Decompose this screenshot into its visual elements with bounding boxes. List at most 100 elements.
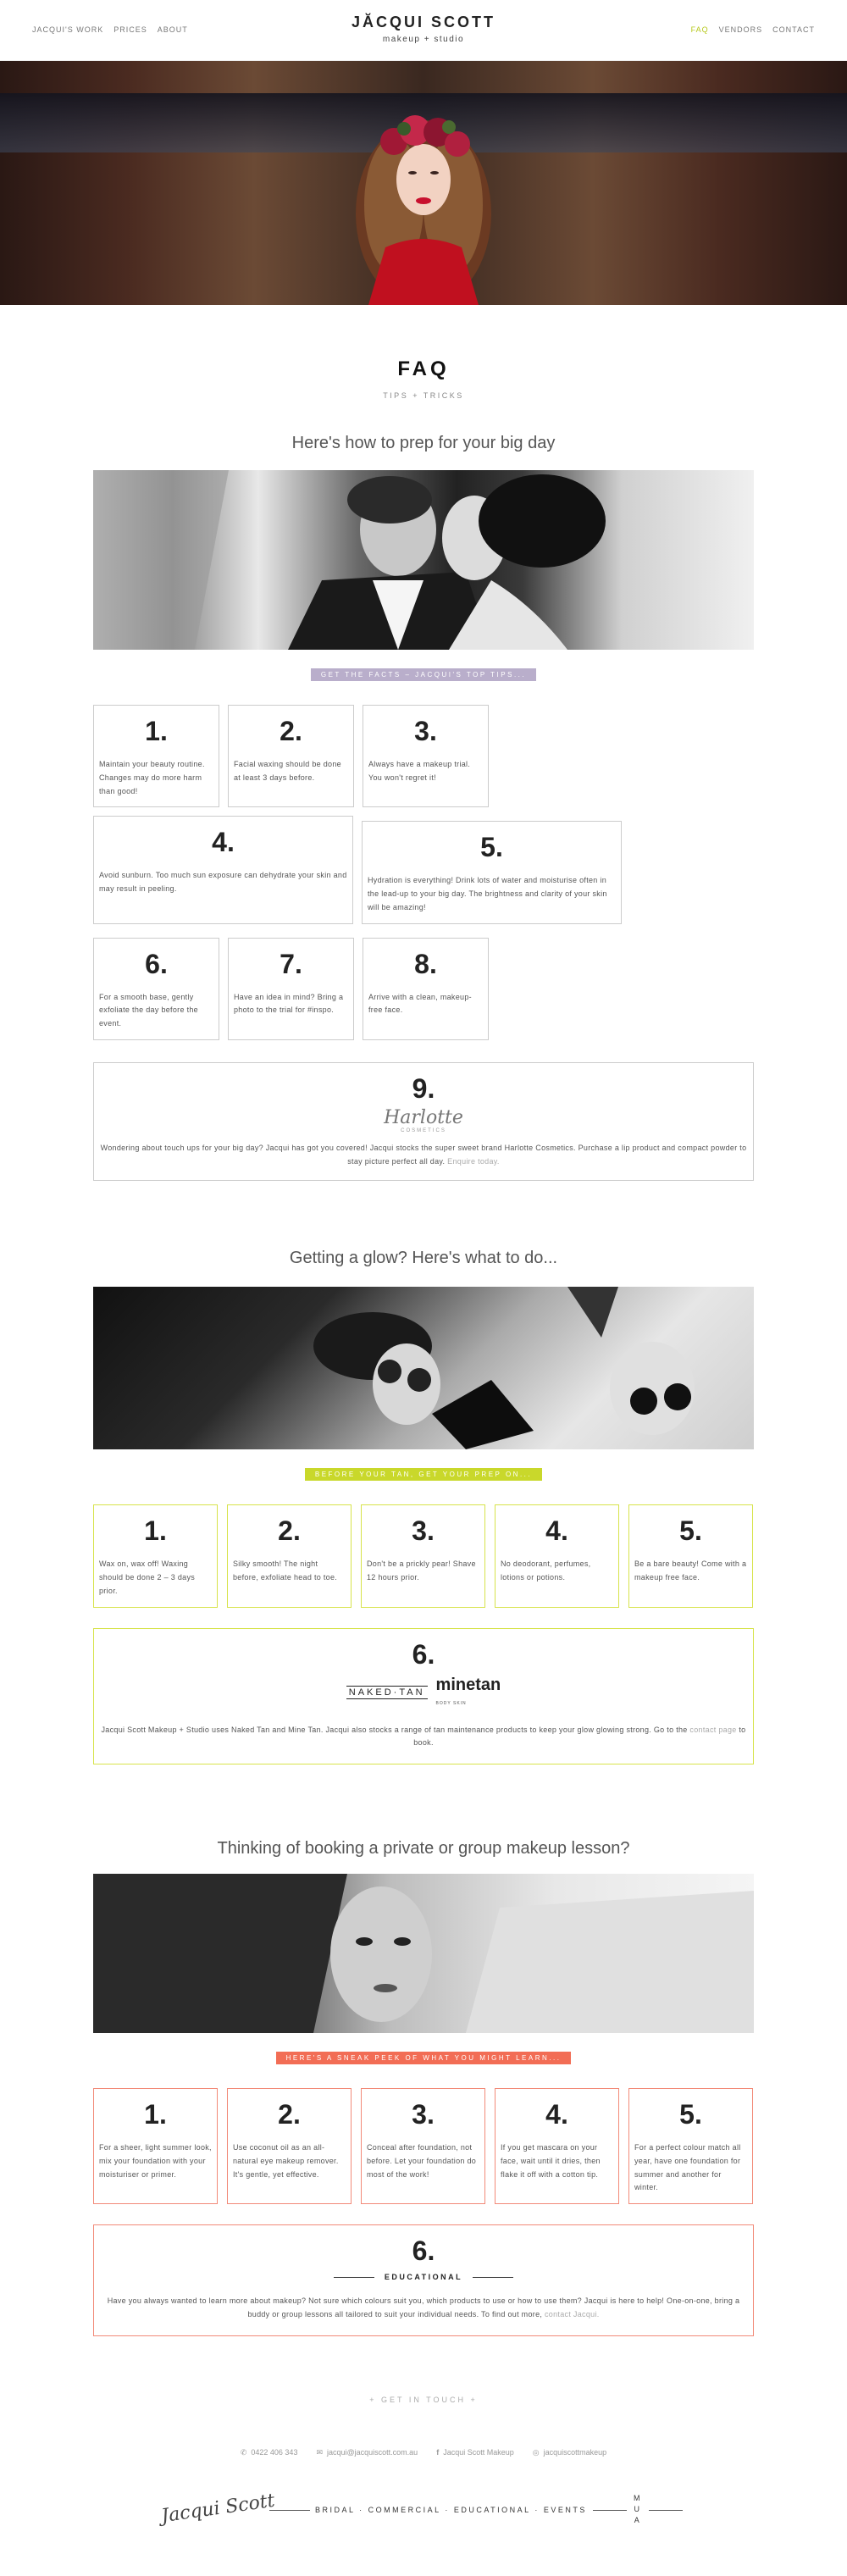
tip-text: No deodorant, perfumes, lotions or potio…	[501, 1559, 591, 1582]
hero-model-illustration	[356, 115, 491, 305]
section-heading: Here's how to prep for your big day	[291, 434, 556, 452]
tip-number: 2.	[278, 1515, 301, 1547]
faq-title-block: FAQ TIPS + TRICKS	[0, 357, 847, 400]
tip-text: For a sheer, light summer look, mix your…	[99, 2143, 212, 2179]
nav-faq[interactable]: FAQ	[691, 25, 709, 34]
tip-number: 6.	[145, 948, 168, 979]
mail-icon: ✉	[316, 2447, 323, 2457]
tip-card: 5. For a perfect colour match all year, …	[628, 2088, 753, 2204]
contact-jacqui-link[interactable]: contact Jacqui.	[545, 2310, 600, 2318]
educational-label-row: EDUCATIONAL	[99, 2273, 748, 2281]
tip-number: 3.	[414, 716, 437, 746]
tip-number: 2.	[280, 716, 302, 746]
tip-text: Always have a makeup trial. You won't re…	[368, 760, 471, 782]
tip-text: Arrive with a clean, makeup-free face.	[368, 992, 472, 1015]
tip-text: Be a bare beauty! Come with a makeup fre…	[634, 1559, 747, 1582]
enquire-link[interactable]: Enquire today.	[447, 1157, 500, 1166]
tip-number: 5.	[679, 2099, 702, 2130]
section-banner: BEFORE YOUR TAN, GET YOUR PREP ON...	[304, 1468, 543, 1482]
tip-text: Wondering about touch ups for your big d…	[100, 1143, 747, 1166]
nav-right: FAQ VENDORS CONTACT	[691, 25, 815, 34]
email-contact[interactable]: ✉ jacqui@jacquiscott.com.au	[316, 2448, 418, 2457]
mua-letter: U	[634, 2504, 640, 2513]
contact-page-link[interactable]: contact page	[689, 1726, 736, 1734]
tip-card: 2. Facial waxing should be done at least…	[228, 705, 354, 808]
facebook-contact[interactable]: f Jacqui Scott Makeup	[436, 2448, 514, 2457]
harlotte-logo-sub: COSMETICS	[401, 1127, 446, 1133]
educational-label: EDUCATIONAL	[384, 2273, 463, 2281]
phone-contact[interactable]: ✆ 0422 406 343	[241, 2448, 298, 2457]
tan-brand-logos: NAKED·TAN minetan BODY SKIN	[99, 1676, 748, 1709]
mua-vertical: M U A	[634, 2493, 640, 2526]
tips-grid: 1. For a sheer, light summer look, mix y…	[93, 2088, 754, 2336]
tip-card-wide: 6. EDUCATIONAL Have you always wanted to…	[93, 2224, 754, 2336]
divider-line	[649, 2509, 683, 2511]
tip-number: 9.	[412, 1072, 435, 1104]
page-title: FAQ	[397, 357, 450, 380]
tip-number: 6.	[412, 2235, 435, 2266]
mua-letter: M	[634, 2493, 640, 2502]
tip-number: 2.	[278, 2099, 301, 2130]
section-heading: Getting a glow? Here's what to do...	[289, 1249, 558, 1268]
divider-line	[593, 2509, 627, 2511]
tip-number: 5.	[679, 1515, 702, 1547]
tips-grid: 1. Maintain your beauty routine. Changes…	[93, 705, 754, 1182]
instagram-handle: jacquiscottmakeup	[543, 2448, 607, 2457]
divider-line	[333, 2276, 374, 2278]
tip-card: 5. Be a bare beauty! Come with a makeup …	[628, 1504, 753, 1608]
hero-image	[0, 61, 847, 305]
naked-tan-logo: NAKED·TAN	[346, 1685, 428, 1699]
page-subtitle: TIPS + TRICKS	[383, 391, 464, 400]
footer-contacts: ✆ 0422 406 343 ✉ jacqui@jacquiscott.com.…	[0, 2448, 847, 2457]
tip-text: Use coconut oil as an all-natural eye ma…	[233, 2143, 339, 2179]
tip-text: For a perfect colour match all year, hav…	[634, 2143, 741, 2192]
tip-text: Conceal after foundation, not before. Le…	[367, 2143, 477, 2179]
photo-couple-kiss	[93, 470, 754, 650]
tips-grid: 1. Wax on, wax off! Waxing should be don…	[93, 1504, 754, 1764]
instagram-icon: ◎	[532, 2447, 540, 2457]
tip-text: Hydration is everything! Drink lots of w…	[368, 876, 607, 911]
tip-card-wide: 9. Harlotte COSMETICS Wondering about to…	[93, 1061, 754, 1182]
instagram-contact[interactable]: ◎ jacquiscottmakeup	[533, 2448, 606, 2457]
tip-text: Avoid sunburn. Too much sun exposure can…	[99, 871, 347, 893]
divider-line	[473, 2276, 514, 2278]
facebook-name: Jacqui Scott Makeup	[443, 2448, 514, 2457]
mine-tan-logo-text: minetan	[435, 1675, 501, 1694]
tip-number: 1.	[144, 1515, 167, 1547]
divider-line	[269, 2509, 310, 2511]
photo-sunglasses-women	[93, 1287, 754, 1450]
brand-subtitle: makeup + studio	[382, 35, 465, 44]
tip-card: 3. Conceal after foundation, not before.…	[361, 2088, 485, 2204]
tip-text: For a smooth base, gently exfoliate the …	[99, 992, 198, 1028]
section-tan: Getting a glow? Here's what to do... BEF…	[0, 1249, 847, 1764]
tip-number: 7.	[280, 948, 302, 979]
tip-number: 3.	[412, 2099, 435, 2130]
tip-card: 4. Avoid sunburn. Too much sun exposure …	[93, 816, 353, 924]
site-header: JACQUI'S WORK PRICES ABOUT JĂCQUI SCOTT …	[0, 0, 847, 61]
tip-text: Wax on, wax off! Waxing should be done 2…	[99, 1559, 196, 1595]
tip-text: Silky smooth! The night before, exfoliat…	[233, 1559, 338, 1582]
tip-card: 2. Use coconut oil as an all-natural eye…	[227, 2088, 352, 2204]
tip-number: 1.	[145, 716, 168, 746]
tip-number: 1.	[144, 2099, 167, 2130]
section-big-day: Here's how to prep for your big day GET …	[0, 434, 847, 1182]
tip-card: 4. No deodorant, perfumes, lotions or po…	[495, 1504, 619, 1608]
tip-card: 7. Have an idea in mind? Bring a photo t…	[228, 937, 354, 1040]
nav-vendors[interactable]: VENDORS	[719, 25, 763, 34]
tip-text: Facial waxing should be done at least 3 …	[234, 760, 341, 782]
tip-text: Have an idea in mind? Bring a photo to t…	[234, 992, 344, 1015]
nav-contact[interactable]: CONTACT	[772, 25, 815, 34]
tip-card: 6. For a smooth base, gently exfoliate t…	[93, 937, 219, 1040]
facebook-icon: f	[436, 2448, 440, 2457]
section-banner: HERE'S A SNEAK PEEK OF WHAT YOU MIGHT LE…	[275, 2052, 572, 2064]
mine-tan-logo: minetan BODY SKIN	[436, 1676, 501, 1709]
tip-card: 4. If you get mascara on your face, wait…	[495, 2088, 619, 2204]
tip-card: 3. Always have a makeup trial. You won't…	[363, 705, 489, 808]
email-address: jacqui@jacquiscott.com.au	[327, 2448, 418, 2457]
tip-text: Have you always wanted to learn more abo…	[107, 2296, 740, 2318]
phone-number: 0422 406 343	[251, 2448, 298, 2457]
tip-card: 5. Hydration is everything! Drink lots o…	[362, 821, 622, 924]
tip-card: 3. Don't be a prickly pear! Shave 12 hou…	[361, 1504, 485, 1608]
mua-letter: A	[634, 2515, 639, 2524]
tip-card: 1. For a sheer, light summer look, mix y…	[93, 2088, 218, 2204]
